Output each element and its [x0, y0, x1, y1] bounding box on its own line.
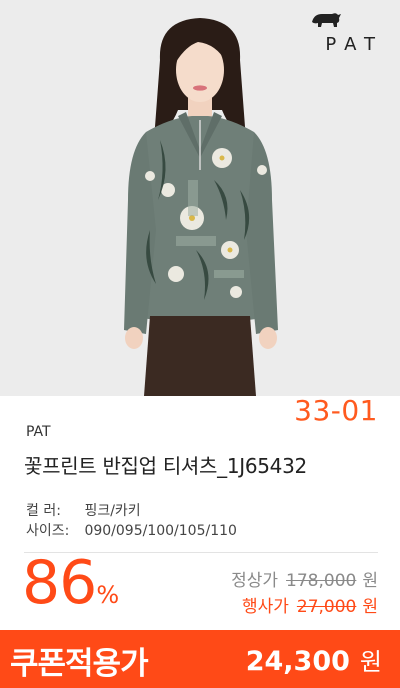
discount-rate-number: 86 — [22, 548, 97, 618]
discount-rate: 86% — [22, 548, 119, 618]
coupon-price: 24,300 원 — [246, 642, 382, 677]
brand-logo[interactable]: PAT — [310, 8, 386, 58]
model-illustration — [0, 0, 400, 396]
coupon-price-amount: 24,300 — [245, 646, 350, 677]
regular-price-label: 정상가 — [231, 571, 279, 591]
event-price-label: 행사가 — [241, 597, 289, 617]
coupon-price-bar[interactable]: 쿠폰적용가 24,300 원 — [0, 630, 400, 688]
coupon-label: 쿠폰적용가 — [10, 646, 149, 682]
rhino-icon — [312, 13, 341, 27]
brand-name: PAT — [26, 424, 51, 440]
event-price-amount: 27,000 — [296, 597, 357, 617]
discount-rate-unit: % — [96, 581, 120, 609]
event-price-row: 행사가 27,000 원 — [242, 592, 378, 617]
event-price-currency: 원 — [362, 597, 378, 617]
spec-size-label: 사이즈: — [26, 523, 70, 539]
spec-color-label: 컬 러: — [26, 503, 61, 519]
regular-price-row: 정상가 178,000 원 — [231, 566, 378, 591]
regular-price-amount: 178,000 — [286, 571, 357, 591]
spec-color-value: 핑크/카키 — [84, 503, 141, 519]
regular-price-currency: 원 — [362, 571, 378, 591]
product-photo[interactable]: PAT — [0, 0, 400, 396]
product-code: 33-01 — [294, 394, 378, 427]
product-title[interactable]: 꽃프린트 반집업 티셔츠_1J65432 — [24, 450, 307, 479]
brand-logo-text: PAT — [325, 34, 384, 55]
spec-color: 컬 러: 핑크/카키 — [26, 500, 141, 520]
coupon-price-currency: 원 — [359, 648, 382, 676]
spec-size: 사이즈: 090/095/100/105/110 — [26, 520, 237, 540]
spec-size-value: 090/095/100/105/110 — [84, 523, 237, 539]
product-card[interactable]: PAT 33-01 PAT 꽃프린트 반집업 티셔츠_1J65432 컬 러: … — [0, 0, 400, 688]
